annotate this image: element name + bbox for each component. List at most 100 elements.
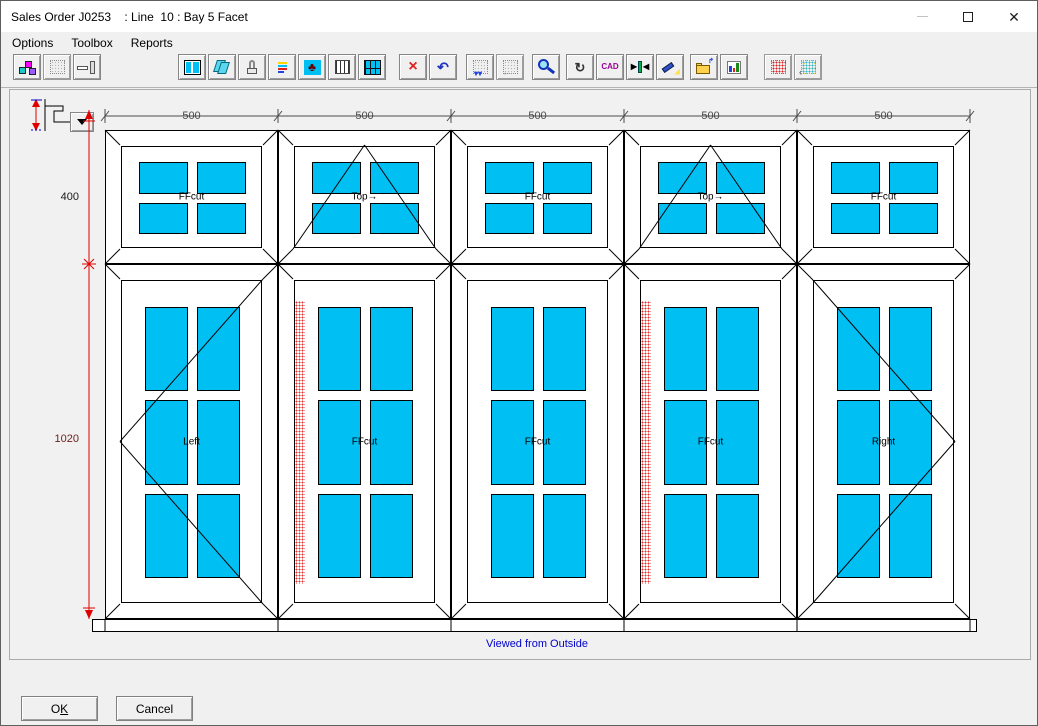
glass-pane[interactable]	[197, 494, 240, 578]
glass-pane[interactable]	[197, 162, 246, 194]
facet-5-bottom-label: Right	[872, 436, 895, 447]
glass-pane[interactable]	[370, 494, 413, 578]
dimension-style-dropdown[interactable]	[70, 112, 94, 132]
report-chart-button[interactable]	[720, 54, 748, 80]
glass-pane[interactable]	[312, 162, 361, 194]
copy-items-icon	[17, 59, 37, 76]
glass-pane[interactable]	[145, 494, 188, 578]
glass-pane[interactable]	[318, 307, 361, 391]
close-icon: ✕	[1008, 10, 1020, 24]
window-controls: ✕	[899, 1, 1037, 32]
horizontal-bars-button[interactable]	[358, 54, 386, 80]
facet-5-bottom-sash[interactable]: Right	[797, 264, 970, 619]
glass-pane[interactable]	[716, 307, 759, 391]
menu-toolbox[interactable]: Toolbox	[62, 33, 121, 53]
rotate-view-button[interactable]: ↻	[566, 54, 594, 80]
glass-pane[interactable]	[889, 494, 932, 578]
glass-pane[interactable]	[543, 203, 592, 235]
glass-pane[interactable]	[197, 400, 240, 484]
cad-button[interactable]: CAD	[596, 54, 624, 80]
drawing-canvas[interactable]: Viewed from Outside 50050050050050040010…	[9, 89, 1031, 660]
glass-pane[interactable]	[370, 203, 419, 235]
glass-pane[interactable]	[145, 400, 188, 484]
minimize-button[interactable]	[899, 1, 945, 32]
facet-3-top-sash[interactable]: FFcut	[451, 130, 624, 264]
ok-button[interactable]: OK	[21, 696, 98, 721]
caret-down-icon	[77, 119, 87, 125]
glass-pane[interactable]	[658, 203, 707, 235]
glass-pane[interactable]	[370, 162, 419, 194]
glass-pane[interactable]	[664, 494, 707, 578]
specification-button[interactable]	[268, 54, 296, 80]
menu-bar: OptionsToolboxReports	[1, 32, 1037, 53]
glass-pane[interactable]	[145, 307, 188, 391]
outside-view-button[interactable]: ♣	[298, 54, 326, 80]
glass-pane[interactable]	[658, 162, 707, 194]
glass-pane[interactable]	[716, 162, 765, 194]
hardware-button[interactable]	[238, 54, 266, 80]
facet-4-top-sash[interactable]: Top→	[624, 130, 797, 264]
glass-pane[interactable]	[543, 162, 592, 194]
facet-3-bottom-sash[interactable]: FFcut	[451, 264, 624, 619]
cancel-button[interactable]: Cancel	[116, 696, 193, 721]
cad-icon: CAD	[600, 59, 620, 76]
save-layout-button[interactable]: ↱	[690, 54, 718, 80]
view-caption: Viewed from Outside	[486, 638, 588, 650]
tab-label: Pricing	[0, 665, 26, 685]
copy-items-button[interactable]	[13, 54, 41, 80]
close-button[interactable]: ✕	[991, 1, 1037, 32]
menu-options[interactable]: Options	[3, 33, 62, 53]
glass-pane[interactable]	[139, 162, 188, 194]
horizontal-bars-icon	[362, 59, 382, 76]
glass-pane[interactable]	[664, 307, 707, 391]
glass-pane[interactable]	[831, 203, 880, 235]
facet-2-bottom-sash[interactable]: FFcut	[278, 264, 451, 619]
glass-pane[interactable]	[837, 494, 880, 578]
maximize-button[interactable]	[945, 1, 991, 32]
facet-2-top-sash[interactable]: Top→	[278, 130, 451, 264]
glass-pane[interactable]	[831, 162, 880, 194]
auto-arrange-button[interactable]: ▶◀	[626, 54, 654, 80]
menu-reports[interactable]: Reports	[122, 33, 182, 53]
dimension-points-button[interactable]: ▾▾	[466, 54, 494, 80]
glass-pane[interactable]	[197, 307, 240, 391]
top-dimension-5: 500	[869, 110, 897, 122]
glass-pane[interactable]	[197, 203, 246, 235]
report-chart-icon	[724, 59, 744, 76]
glass-pane[interactable]	[485, 162, 534, 194]
glass-pane[interactable]	[491, 307, 534, 391]
toolbar-group-5	[532, 54, 562, 80]
glass-pane[interactable]	[889, 162, 938, 194]
glass-pane[interactable]	[318, 494, 361, 578]
glass-pane[interactable]	[889, 307, 932, 391]
glass-pane[interactable]	[543, 307, 586, 391]
zoom-button[interactable]	[532, 54, 560, 80]
highlight-torch-button[interactable]	[656, 54, 684, 80]
glass-pane[interactable]	[543, 494, 586, 578]
facet-1-top-label: FFcut	[179, 192, 205, 203]
glass-pane[interactable]	[370, 307, 413, 391]
vertical-bars-button[interactable]	[328, 54, 356, 80]
outside-view-icon: ♣	[302, 59, 322, 76]
window-title: Sales Order J0253 : Line 10 : Bay 5 Face…	[11, 10, 248, 24]
glass-pane[interactable]	[491, 494, 534, 578]
facet-4-bottom-sash[interactable]: FFcut	[624, 264, 797, 619]
glass-pane[interactable]	[139, 203, 188, 235]
glass-pane[interactable]	[716, 494, 759, 578]
glass-pane[interactable]	[889, 400, 932, 484]
glass-pane[interactable]	[837, 307, 880, 391]
window-editor-button[interactable]	[178, 54, 206, 80]
glass-pane[interactable]	[485, 203, 534, 235]
toolbar-group-1	[13, 54, 103, 80]
section-profile-button[interactable]	[73, 54, 101, 80]
glass-pane[interactable]	[312, 203, 361, 235]
glazing-button[interactable]	[208, 54, 236, 80]
facet-1-top-sash[interactable]: FFcut	[105, 130, 278, 264]
glass-pane[interactable]	[889, 203, 938, 235]
delete-button[interactable]: ×	[399, 54, 427, 80]
glass-pane[interactable]	[716, 203, 765, 235]
facet-5-top-sash[interactable]: FFcut	[797, 130, 970, 264]
undo-button[interactable]: ↶	[429, 54, 457, 80]
facet-1-bottom-sash[interactable]: Left	[105, 264, 278, 619]
ok-label: O	[51, 702, 60, 716]
